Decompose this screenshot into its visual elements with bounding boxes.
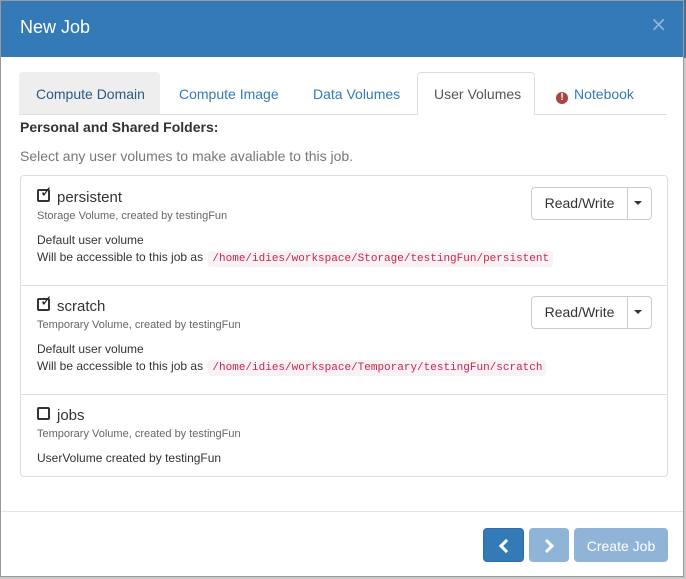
tab-compute-domain[interactable]: Compute Domain [19,72,160,114]
volume-description: Default user volume [37,233,144,247]
mount-path: /home/idies/workspace/Temporary/testingF… [208,360,547,376]
exclamation-circle-icon: ! [556,92,568,104]
access-prefix: Will be accessible to this job as [37,250,204,264]
access-mode-dropdown: Read/Write [531,187,652,220]
tab-user-volumes[interactable]: User Volumes [417,72,535,115]
previous-button[interactable] [483,528,524,562]
section-title: Personal and Shared Folders: [20,119,219,135]
volume-checkbox-jobs[interactable] [37,407,50,420]
tab-compute-image[interactable]: Compute Image [162,72,296,114]
tab-notebook[interactable]: ! Notebook [539,72,651,114]
volume-description: UserVolume created by testingFun [37,451,222,465]
access-mode-button[interactable]: Read/Write [532,188,628,219]
volume-name: persistent [57,189,123,206]
volume-access-line: Will be accessible to this job as /home/… [37,250,554,267]
chevron-left-icon [498,538,513,554]
access-mode-dropdown: Read/Write [531,296,652,329]
checkmark-icon: ✓ [40,292,53,310]
tab-label: Notebook [574,86,634,102]
volume-name: scratch [57,298,106,315]
job-tabs: Compute Domain Compute Image Data Volume… [19,72,667,115]
volume-description: Default user volume [37,342,144,356]
volume-access-line: Will be accessible to this job as /home/… [37,359,547,376]
close-icon[interactable]: × [650,13,667,35]
section-help-text: Select any user volumes to make avaliabl… [20,148,354,164]
modal-title: New Job [20,17,91,37]
access-mode-button[interactable]: Read/Write [532,297,628,328]
volume-item-jobs: jobs Temporary Volume, created by testin… [21,394,667,476]
modal-header: New Job × [1,1,683,57]
volume-name: jobs [57,407,85,424]
access-mode-toggle[interactable] [626,188,651,219]
volume-checkbox-persistent[interactable]: ✓ [37,185,53,202]
modal-footer: Create Job [1,511,683,576]
tab-label: User Volumes [434,86,522,102]
mount-path: /home/idies/workspace/Storage/testingFun… [208,251,554,267]
user-volume-list: ✓ persistent Storage Volume, created by … [20,175,668,477]
volume-item-persistent: ✓ persistent Storage Volume, created by … [21,176,667,286]
tab-data-volumes[interactable]: Data Volumes [296,72,417,114]
caret-down-icon [634,201,642,205]
volume-subtitle: Temporary Volume, created by testingFun [37,319,241,331]
chevron-right-icon [539,538,555,554]
access-prefix: Will be accessible to this job as [37,359,204,373]
volume-subtitle: Temporary Volume, created by testingFun [37,428,241,440]
caret-down-icon [634,310,642,314]
tab-label: Compute Domain [36,86,145,102]
checkmark-icon: ✓ [40,183,53,201]
tab-label: Compute Image [179,86,279,102]
access-mode-toggle[interactable] [626,297,651,328]
new-job-modal: New Job × Compute Domain Compute Image D… [0,0,684,577]
volume-subtitle: Storage Volume, created by testingFun [37,210,228,222]
volume-checkbox-scratch[interactable]: ✓ [37,294,53,311]
next-button[interactable] [529,528,569,562]
create-job-button[interactable]: Create Job [574,528,668,562]
tab-label: Data Volumes [313,86,401,102]
volume-item-scratch: ✓ scratch Temporary Volume, created by t… [21,285,667,395]
